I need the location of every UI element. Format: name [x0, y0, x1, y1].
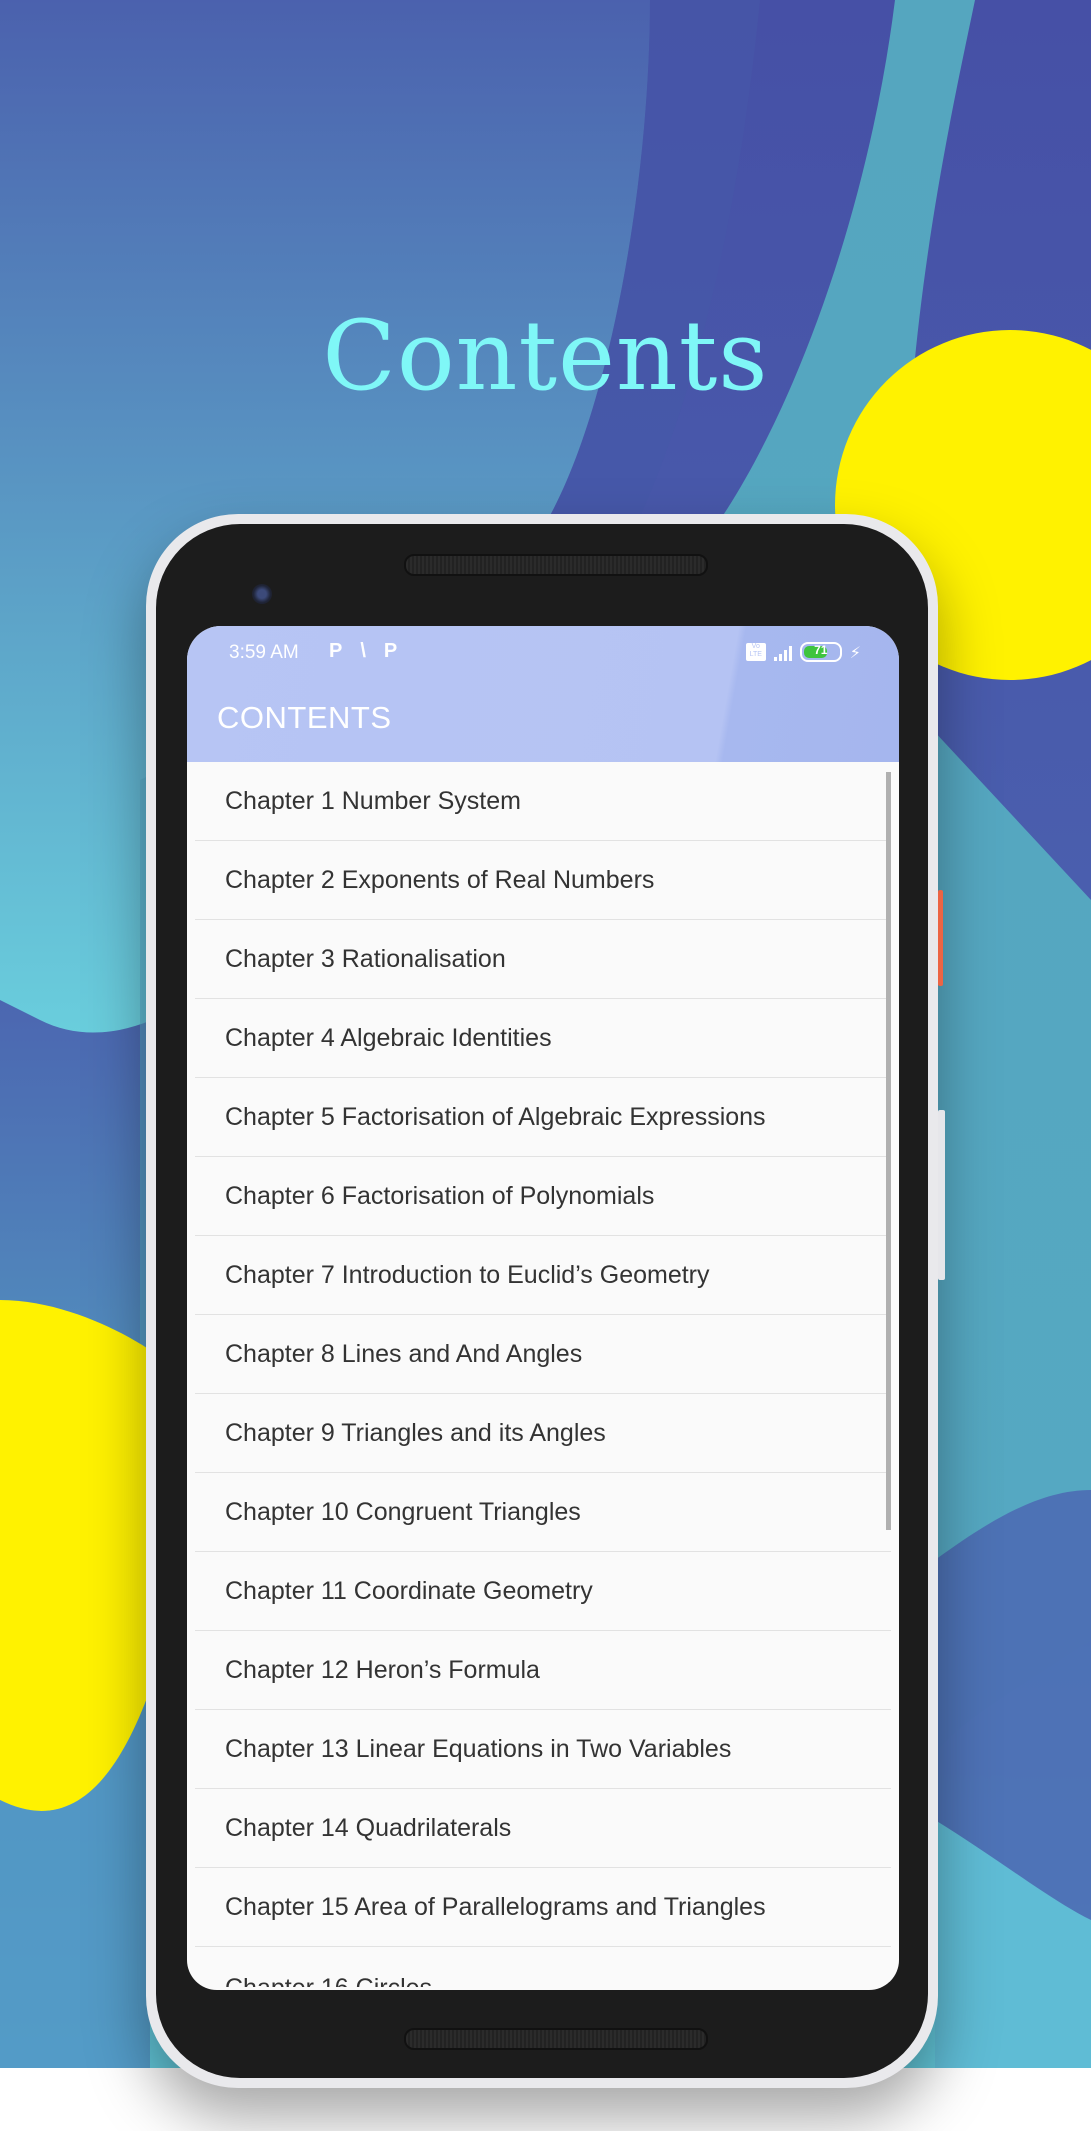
- chapter-label: Chapter 4 Algebraic Identities: [225, 1023, 552, 1052]
- status-time: 3:59 AM: [229, 642, 299, 663]
- volte-icon: Vo LTE: [745, 643, 766, 661]
- chapter-item-7[interactable]: Chapter 7 Introduction to Euclid’s Geome…: [195, 1236, 891, 1315]
- chapter-item-5[interactable]: Chapter 5 Factorisation of Algebraic Exp…: [195, 1078, 891, 1157]
- battery-level: 71: [814, 643, 828, 657]
- notification-icons: P \ P: [329, 640, 397, 663]
- chapter-list[interactable]: Chapter 1 Number System Chapter 2 Expone…: [187, 762, 899, 1990]
- chapter-item-8[interactable]: Chapter 8 Lines and And Angles: [195, 1315, 891, 1394]
- chapter-label: Chapter 15 Area of Parallelograms and Tr…: [225, 1892, 766, 1921]
- chapter-item-13[interactable]: Chapter 13 Linear Equations in Two Varia…: [195, 1710, 891, 1789]
- chapter-label: Chapter 6 Factorisation of Polynomials: [225, 1181, 655, 1210]
- chapter-label: Chapter 7 Introduction to Euclid’s Geome…: [225, 1260, 710, 1289]
- chapter-item-3[interactable]: Chapter 3 Rationalisation: [195, 920, 891, 999]
- bottom-speaker: [404, 2028, 708, 2050]
- chapter-item-16[interactable]: Chapter 16 Circles: [195, 1947, 891, 1987]
- app-bar-title: CONTENTS: [217, 700, 392, 735]
- chapter-label: Chapter 12 Heron’s Formula: [225, 1655, 540, 1684]
- signal-icon: [773, 643, 792, 661]
- chapter-label: Chapter 3 Rationalisation: [225, 944, 506, 973]
- chapter-label: Chapter 2 Exponents of Real Numbers: [225, 865, 655, 894]
- status-bar: 3:59 AM P \ P Vo LTE 71 ⚡: [187, 626, 899, 682]
- list-scrollbar[interactable]: [886, 772, 891, 1530]
- p-notification-icon: P: [383, 640, 398, 662]
- page-title: Contents: [322, 300, 769, 412]
- chapter-item-11[interactable]: Chapter 11 Coordinate Geometry: [195, 1552, 891, 1631]
- chapter-item-2[interactable]: Chapter 2 Exponents of Real Numbers: [195, 841, 891, 920]
- chapter-item-14[interactable]: Chapter 14 Quadrilaterals: [195, 1789, 891, 1868]
- yellow-blob: [0, 1300, 150, 1811]
- chapter-item-6[interactable]: Chapter 6 Factorisation of Polynomials: [195, 1157, 891, 1236]
- chapter-item-1[interactable]: Chapter 1 Number System: [195, 762, 891, 841]
- front-camera-icon: [252, 584, 272, 604]
- charging-bolt-icon: ⚡: [849, 642, 861, 662]
- volume-button: [938, 1110, 945, 1280]
- p-notification-icon: P: [329, 640, 343, 662]
- phone-screen: 3:59 AM P \ P Vo LTE 71 ⚡ CONTENTS Chapt…: [187, 626, 899, 1990]
- chapter-label: Chapter 1 Number System: [225, 786, 521, 815]
- chapter-label: Chapter 11 Coordinate Geometry: [225, 1576, 593, 1605]
- app-bar: 3:59 AM P \ P Vo LTE 71 ⚡ CONTENTS: [187, 626, 899, 762]
- battery-icon: 71: [799, 642, 842, 662]
- chapter-item-10[interactable]: Chapter 10 Congruent Triangles: [195, 1473, 891, 1552]
- chapter-label: Chapter 8 Lines and And Angles: [225, 1339, 583, 1368]
- chapter-label: Chapter 16 Circles: [225, 1974, 432, 1987]
- system-icons: Vo LTE 71 ⚡: [745, 642, 861, 662]
- chapter-item-12[interactable]: Chapter 12 Heron’s Formula: [195, 1631, 891, 1710]
- earpiece-speaker: [404, 554, 708, 576]
- chapter-item-4[interactable]: Chapter 4 Algebraic Identities: [195, 999, 891, 1078]
- chapter-label: Chapter 5 Factorisation of Algebraic Exp…: [225, 1102, 766, 1131]
- slash-notification-icon: \: [360, 640, 366, 662]
- power-button: [938, 890, 943, 986]
- chapter-item-15[interactable]: Chapter 15 Area of Parallelograms and Tr…: [195, 1868, 891, 1947]
- chapter-item-9[interactable]: Chapter 9 Triangles and its Angles: [195, 1394, 891, 1473]
- chapter-label: Chapter 14 Quadrilaterals: [225, 1813, 512, 1842]
- chapter-label: Chapter 13 Linear Equations in Two Varia…: [225, 1734, 732, 1763]
- chapter-label: Chapter 9 Triangles and its Angles: [225, 1418, 606, 1447]
- chapter-label: Chapter 10 Congruent Triangles: [225, 1497, 581, 1526]
